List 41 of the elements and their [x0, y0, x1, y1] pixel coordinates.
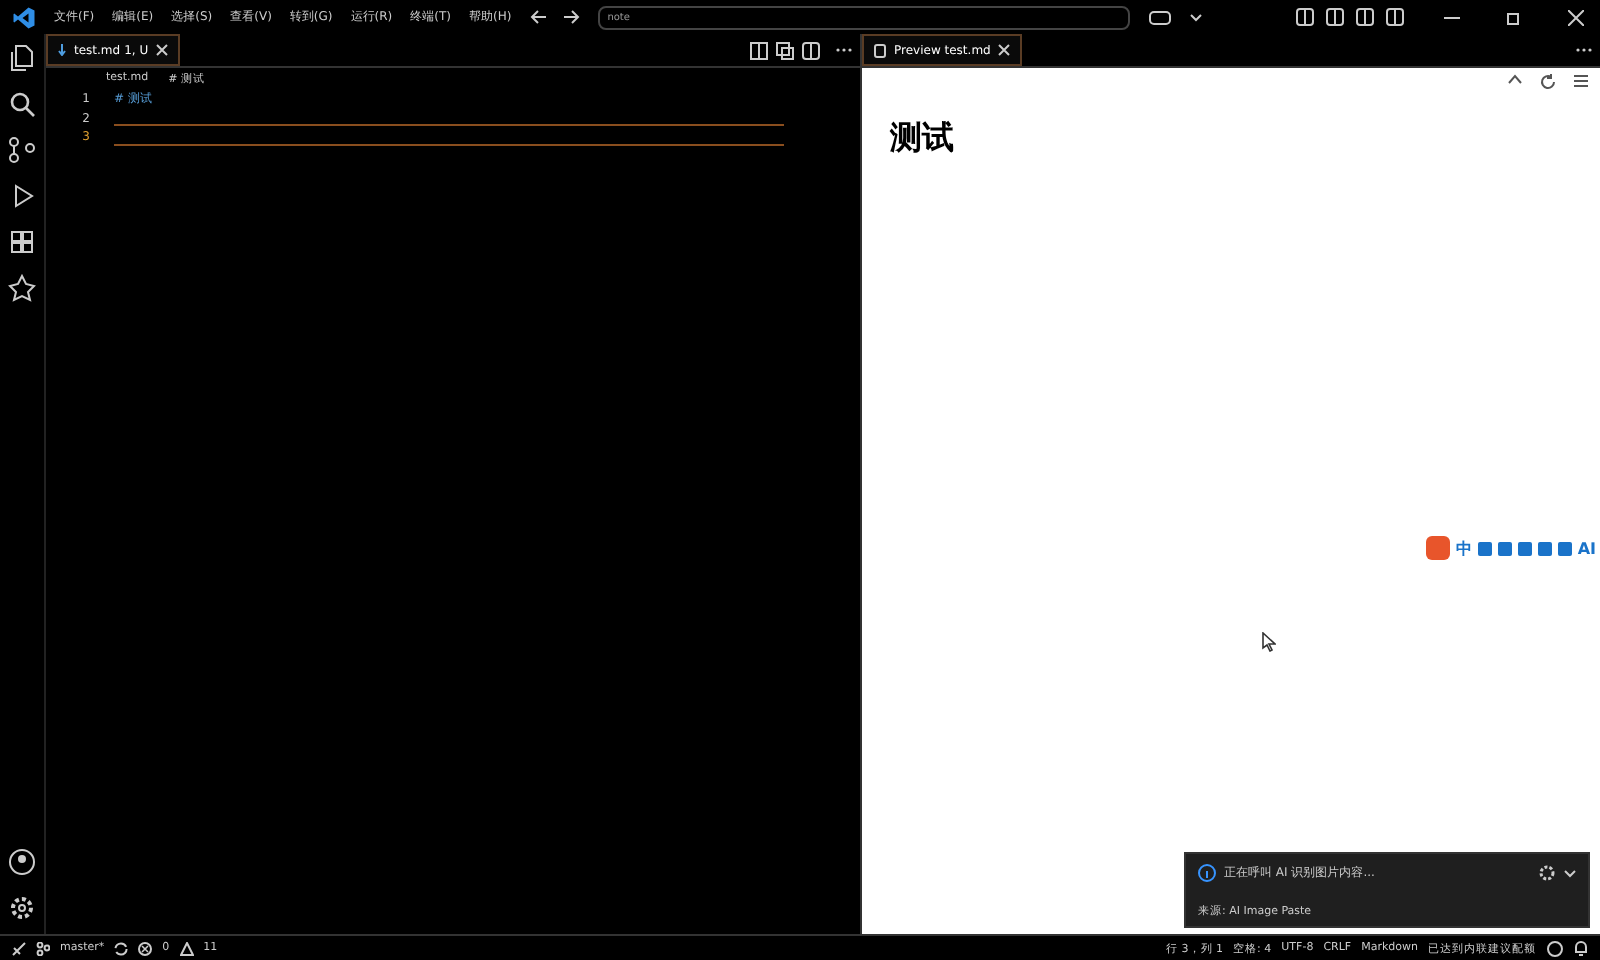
forward-icon[interactable]: [563, 10, 580, 24]
close-icon[interactable]: [156, 44, 169, 56]
split-editor-icon[interactable]: [750, 41, 768, 59]
mouse-cursor-icon: [1262, 632, 1276, 652]
ime-ai-button[interactable]: AI: [1577, 539, 1596, 557]
ime-logo-icon[interactable]: [1425, 536, 1450, 560]
chevron-up-icon[interactable]: [1508, 74, 1522, 84]
layout-icon[interactable]: [1326, 8, 1344, 26]
layout-icon[interactable]: [1296, 8, 1314, 26]
search-icon[interactable]: [8, 90, 36, 118]
restore-icon[interactable]: [1506, 9, 1522, 25]
split-editor-icon[interactable]: [802, 41, 820, 59]
chevron-down-icon[interactable]: [1564, 869, 1576, 877]
ime-mode[interactable]: 中: [1455, 537, 1472, 559]
open-preview-icon[interactable]: [776, 41, 794, 59]
error-icon[interactable]: [138, 941, 153, 955]
chevron-down-icon[interactable]: [1189, 13, 1202, 21]
extensions-icon[interactable]: [8, 228, 36, 256]
files-icon[interactable]: [8, 44, 36, 72]
settings-icon[interactable]: [1538, 864, 1556, 882]
sync-icon[interactable]: [114, 941, 129, 955]
branch-icon[interactable]: [36, 941, 50, 955]
account-icon[interactable]: [8, 848, 36, 876]
preview-icon: [874, 43, 886, 57]
warning-icon[interactable]: [179, 941, 194, 955]
info-icon: [1198, 864, 1216, 882]
markdown-icon: [58, 44, 66, 56]
close-icon[interactable]: [998, 44, 1011, 56]
close-icon[interactable]: [1568, 9, 1584, 25]
app-logo-icon: [12, 5, 36, 29]
layout-icon[interactable]: [1386, 8, 1404, 26]
source-control-icon[interactable]: [8, 136, 36, 164]
refresh-icon[interactable]: [1540, 74, 1556, 90]
settings-icon[interactable]: [8, 894, 36, 922]
back-icon[interactable]: [529, 10, 546, 24]
notifications-icon[interactable]: [1574, 940, 1588, 956]
list-icon[interactable]: [1574, 74, 1588, 88]
remote-icon[interactable]: [12, 941, 26, 955]
star-icon[interactable]: [8, 274, 36, 302]
preview-heading: 测试: [890, 118, 956, 160]
layout-icon[interactable]: [1356, 8, 1374, 26]
